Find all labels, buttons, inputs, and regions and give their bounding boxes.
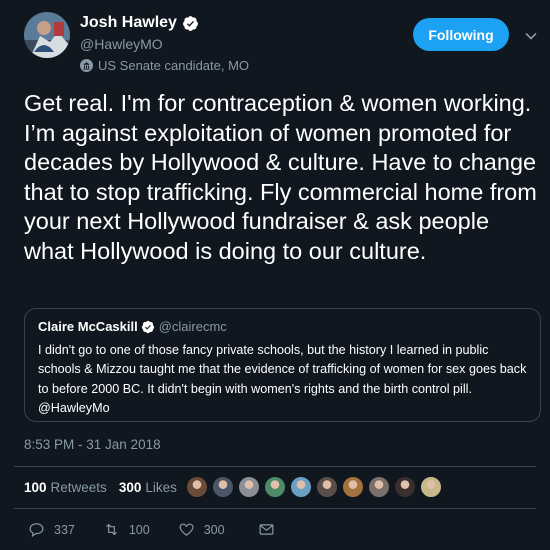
chevron-down-icon[interactable] (524, 29, 538, 43)
retweet-count: 100 (128, 522, 150, 537)
author-avatar[interactable] (24, 12, 70, 58)
reply-action[interactable]: 337 (28, 521, 75, 538)
quoted-tweet-text: I didn't go to one of those fancy privat… (38, 343, 527, 415)
reply-count: 337 (54, 522, 75, 537)
heart-icon (179, 523, 194, 536)
likes-count[interactable]: 300 (119, 480, 142, 495)
author-label: US Senate candidate, MO (80, 58, 249, 73)
government-building-icon (80, 59, 93, 72)
liker-avatar[interactable] (342, 476, 364, 498)
quoted-author-handle: @clairecmc (158, 319, 227, 334)
liker-avatar[interactable] (368, 476, 390, 498)
liker-avatar[interactable] (264, 476, 286, 498)
liker-avatar[interactable] (316, 476, 338, 498)
quoted-verified-badge-icon (141, 320, 154, 333)
liker-avatars (186, 476, 446, 498)
quoted-tweet-header: Claire McCaskill @clairecmc (38, 319, 227, 334)
author-display-name[interactable]: Josh Hawley (80, 14, 177, 32)
liker-avatar[interactable] (212, 476, 234, 498)
liker-avatar[interactable] (420, 476, 442, 498)
liker-avatar[interactable] (186, 476, 208, 498)
author-name-row: Josh Hawley (80, 14, 199, 32)
action-bar: 337 100 300 (28, 521, 275, 538)
engagement-stats: 100 Retweets 300 Likes (24, 480, 177, 495)
retweet-icon (105, 523, 117, 536)
retweets-label[interactable]: Retweets (51, 480, 107, 495)
author-label-text: US Senate candidate, MO (98, 58, 250, 73)
divider-bottom (14, 508, 536, 509)
liker-avatar[interactable] (290, 476, 312, 498)
avatar-photo-icon (24, 12, 70, 58)
divider-top (14, 466, 536, 467)
tweet-card: Josh Hawley @HawleyMO US Senate candidat… (0, 0, 550, 550)
verified-badge-icon (182, 15, 198, 31)
retweets-count[interactable]: 100 (24, 480, 47, 495)
following-button[interactable]: Following (413, 18, 509, 51)
like-count: 300 (203, 522, 225, 537)
liker-avatar[interactable] (238, 476, 260, 498)
reply-icon (29, 523, 44, 538)
author-handle[interactable]: @HawleyMO (80, 36, 163, 52)
tweet-timestamp[interactable]: 8:53 PM - 31 Jan 2018 (24, 437, 161, 452)
tweet-text: Get real. I'm for contraception & women … (24, 90, 537, 264)
direct-message-action[interactable] (258, 521, 275, 538)
like-action[interactable]: 300 (178, 521, 225, 538)
retweet-action[interactable]: 100 (103, 521, 150, 538)
quoted-author-name: Claire McCaskill (38, 319, 138, 334)
quoted-tweet[interactable]: Claire McCaskill @clairecmc I didn't go … (24, 308, 541, 422)
liker-avatar[interactable] (394, 476, 416, 498)
envelope-icon (259, 524, 274, 535)
likes-label[interactable]: Likes (145, 480, 177, 495)
